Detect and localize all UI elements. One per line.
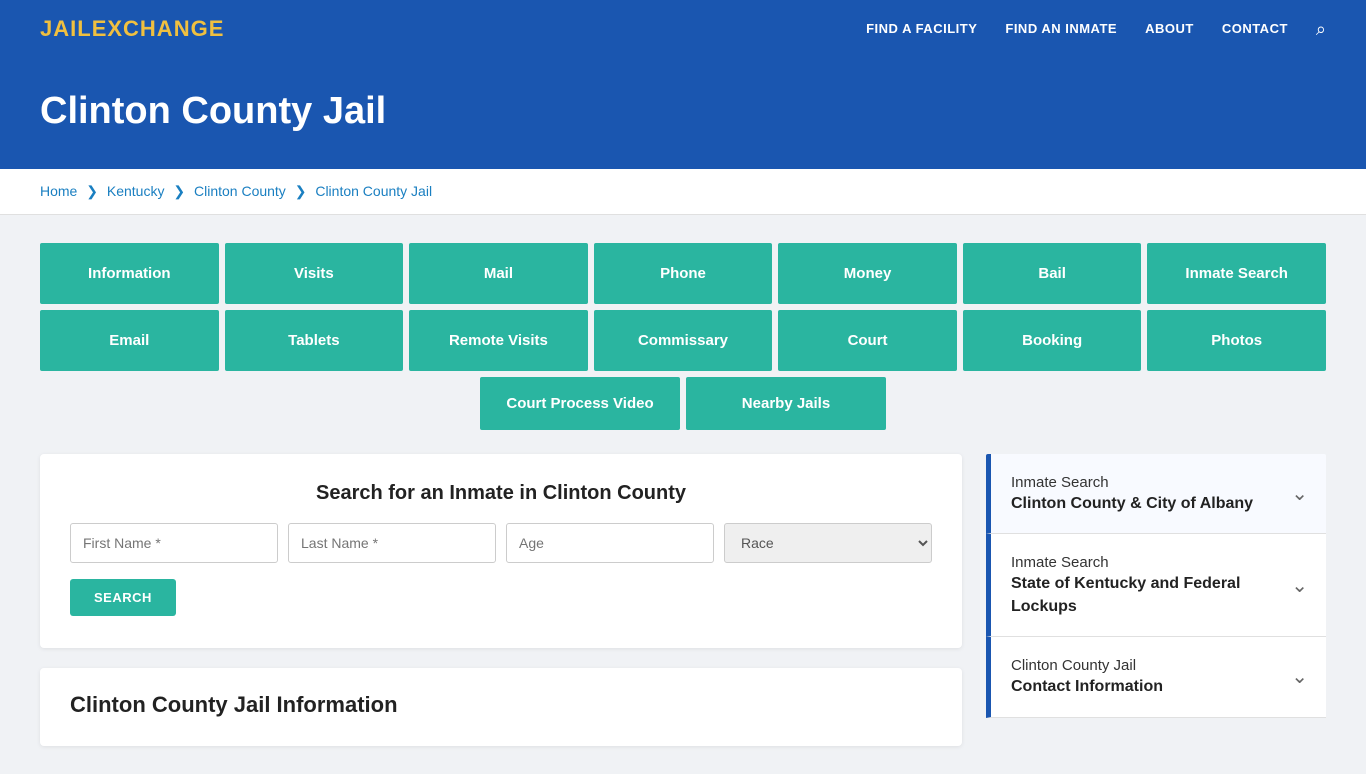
nav-links: FIND A FACILITY FIND AN INMATE ABOUT CON… xyxy=(866,19,1326,40)
inmate-search-box: Search for an Inmate in Clinton County R… xyxy=(40,454,962,648)
btn-tablets[interactable]: Tablets xyxy=(225,310,404,371)
button-grid-row2: Email Tablets Remote Visits Commissary C… xyxy=(40,310,1326,371)
btn-email[interactable]: Email xyxy=(40,310,219,371)
breadcrumb-clinton-county[interactable]: Clinton County xyxy=(194,183,286,199)
panel-inmate-search-state[interactable]: Inmate Search State of Kentucky and Fede… xyxy=(986,534,1326,637)
breadcrumb-sep-2: ❯ xyxy=(173,183,185,199)
btn-mail[interactable]: Mail xyxy=(409,243,588,304)
btn-information[interactable]: Information xyxy=(40,243,219,304)
btn-photos[interactable]: Photos xyxy=(1147,310,1326,371)
first-name-input[interactable] xyxy=(70,523,278,563)
panel-inmate-search-county-title: Inmate Search Clinton County & City of A… xyxy=(1011,472,1253,515)
btn-bail[interactable]: Bail xyxy=(963,243,1142,304)
nav-about[interactable]: ABOUT xyxy=(1145,21,1194,36)
main-content: Information Visits Mail Phone Money Bail… xyxy=(0,215,1366,774)
race-select[interactable]: Race White Black Hispanic Asian Other xyxy=(724,523,932,563)
search-button[interactable]: SEARCH xyxy=(70,579,176,616)
btn-visits[interactable]: Visits xyxy=(225,243,404,304)
nav-find-facility[interactable]: FIND A FACILITY xyxy=(866,21,977,36)
panel-inmate-search-state-title: Inmate Search State of Kentucky and Fede… xyxy=(1011,552,1291,618)
panel-contact-info[interactable]: Clinton County Jail Contact Information … xyxy=(986,637,1326,717)
chevron-down-icon-3: ⌄ xyxy=(1291,664,1308,689)
jail-info-section: Clinton County Jail Information xyxy=(40,668,962,746)
btn-phone[interactable]: Phone xyxy=(594,243,773,304)
breadcrumb-sep-1: ❯ xyxy=(86,183,98,199)
breadcrumb-home[interactable]: Home xyxy=(40,183,77,199)
btn-remote-visits[interactable]: Remote Visits xyxy=(409,310,588,371)
panel-contact-info-title: Clinton County Jail Contact Information xyxy=(1011,655,1163,698)
search-icon[interactable]: ⌕ xyxy=(1316,19,1326,39)
jail-info-heading: Clinton County Jail Information xyxy=(70,692,932,718)
breadcrumb-kentucky[interactable]: Kentucky xyxy=(107,183,165,199)
page-title: Clinton County Jail xyxy=(40,90,1326,133)
chevron-down-icon-2: ⌄ xyxy=(1291,573,1308,598)
btn-commissary[interactable]: Commissary xyxy=(594,310,773,371)
sidebar-panels: Inmate Search Clinton County & City of A… xyxy=(986,454,1326,718)
inmate-search-heading: Search for an Inmate in Clinton County xyxy=(70,482,932,505)
hero-section: Clinton County Jail xyxy=(0,58,1366,169)
breadcrumb: Home ❯ Kentucky ❯ Clinton County ❯ Clint… xyxy=(0,169,1366,215)
button-grid-row3: Court Process Video Nearby Jails xyxy=(40,377,1326,430)
logo-jail: JAIL xyxy=(40,16,92,41)
breadcrumb-clinton-county-jail[interactable]: Clinton County Jail xyxy=(315,183,432,199)
site-logo[interactable]: JAILEXCHANGE xyxy=(40,16,224,42)
logo-exchange: EXCHANGE xyxy=(92,16,225,41)
nav-find-inmate[interactable]: FIND AN INMATE xyxy=(1005,21,1117,36)
nav-contact[interactable]: CONTACT xyxy=(1222,21,1288,36)
btn-inmate-search[interactable]: Inmate Search xyxy=(1147,243,1326,304)
btn-nearby-jails[interactable]: Nearby Jails xyxy=(686,377,886,430)
chevron-down-icon: ⌄ xyxy=(1291,481,1308,506)
panel-inmate-search-county[interactable]: Inmate Search Clinton County & City of A… xyxy=(986,454,1326,534)
btn-court[interactable]: Court xyxy=(778,310,957,371)
lower-section: Search for an Inmate in Clinton County R… xyxy=(40,454,1326,746)
search-fields: Race White Black Hispanic Asian Other xyxy=(70,523,932,563)
btn-booking[interactable]: Booking xyxy=(963,310,1142,371)
navbar: JAILEXCHANGE FIND A FACILITY FIND AN INM… xyxy=(0,0,1366,58)
breadcrumb-sep-3: ❯ xyxy=(295,183,307,199)
last-name-input[interactable] xyxy=(288,523,496,563)
button-grid-row1: Information Visits Mail Phone Money Bail… xyxy=(40,243,1326,304)
age-input[interactable] xyxy=(506,523,714,563)
btn-money[interactable]: Money xyxy=(778,243,957,304)
btn-court-process-video[interactable]: Court Process Video xyxy=(480,377,680,430)
